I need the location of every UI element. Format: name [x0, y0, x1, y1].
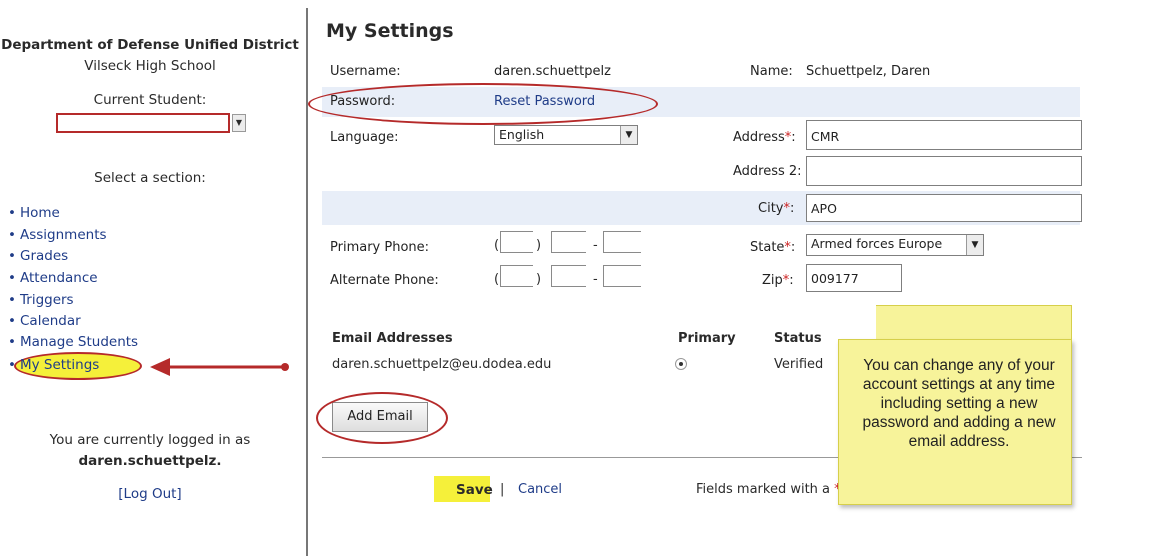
- bullet-icon: •: [8, 292, 16, 308]
- primary-email-radio[interactable]: [675, 358, 687, 370]
- page-title: My Settings: [326, 20, 454, 42]
- sidebar-item-label: Manage Students: [20, 334, 139, 350]
- bullet-icon: •: [8, 227, 16, 243]
- area-code-field[interactable]: [500, 231, 533, 253]
- username-label: Username:: [330, 64, 401, 79]
- select-section-label: Select a section:: [94, 170, 206, 186]
- logged-in-text: You are currently logged in as: [49, 432, 251, 448]
- bullet-icon: •: [8, 334, 16, 350]
- add-email-highlight-circle: [316, 392, 448, 444]
- email-status: Verified: [774, 357, 824, 372]
- name-label: Name:: [750, 64, 793, 79]
- primary-phone-input[interactable]: ( ) -: [494, 229, 644, 259]
- sidebar-item-grades[interactable]: • Grades: [8, 248, 68, 264]
- logged-in-username: daren.schuettpelz.: [78, 453, 222, 469]
- password-highlight-circle: [308, 83, 658, 125]
- sidebar-item-home[interactable]: • Home: [8, 205, 60, 221]
- sidebar-item-manage-students[interactable]: • Manage Students: [8, 334, 138, 350]
- sidebar-item-label: Grades: [20, 248, 69, 264]
- state-label: State*:: [750, 240, 796, 255]
- bullet-icon: •: [8, 357, 16, 373]
- chevron-down-icon: ▼: [966, 235, 983, 255]
- sidebar-item-triggers[interactable]: • Triggers: [8, 292, 74, 308]
- sidebar-item-label: Calendar: [20, 313, 81, 329]
- current-student-field: [56, 113, 230, 133]
- save-button[interactable]: Save: [456, 482, 493, 498]
- current-student-select[interactable]: ▼: [56, 113, 246, 135]
- sidebar-item-calendar[interactable]: • Calendar: [8, 313, 81, 329]
- language-value: English: [499, 127, 545, 142]
- line-number-field[interactable]: [603, 265, 641, 287]
- prefix-field[interactable]: [551, 265, 586, 287]
- note-top: [876, 305, 1072, 341]
- alternate-phone-label: Alternate Phone:: [330, 273, 439, 288]
- address2-label: Address 2:: [733, 164, 802, 179]
- zip-label: Zip*:: [762, 273, 794, 288]
- sidebar-item-attendance[interactable]: • Attendance: [8, 270, 98, 286]
- bullet-icon: •: [8, 248, 16, 264]
- sidebar-item-label: My Settings: [20, 357, 100, 373]
- chevron-down-icon[interactable]: ▼: [232, 114, 246, 132]
- sidebar-divider: [306, 8, 308, 556]
- current-student-label: Current Student:: [93, 92, 207, 108]
- sidebar-item-label: Attendance: [20, 270, 98, 286]
- address-label: Address*:: [733, 130, 796, 145]
- bullet-icon: •: [8, 205, 16, 221]
- zip-input[interactable]: 009177: [806, 264, 902, 292]
- radio-dot-icon: [679, 362, 683, 366]
- email-address: daren.schuettpelz@eu.dodea.edu: [332, 357, 552, 372]
- sidebar: Department of Defense Unified District V…: [0, 0, 306, 556]
- email-header-primary: Primary: [678, 331, 736, 346]
- sidebar-item-label: Triggers: [20, 292, 74, 308]
- email-header-status: Status: [774, 331, 822, 346]
- primary-phone-label: Primary Phone:: [330, 240, 430, 255]
- state-select[interactable]: Armed forces Europe ▼: [806, 234, 984, 256]
- city-input[interactable]: APO: [806, 194, 1082, 222]
- sidebar-item-label: Assignments: [20, 227, 107, 243]
- school-name: Vilseck High School: [84, 58, 216, 74]
- sidebar-item-my-settings[interactable]: • My Settings: [8, 357, 99, 373]
- alternate-phone-input[interactable]: ( ) -: [494, 261, 644, 291]
- footer-separator: |: [500, 482, 505, 497]
- area-code-field[interactable]: [500, 265, 533, 287]
- address2-input[interactable]: [806, 156, 1082, 186]
- language-select[interactable]: English ▼: [494, 125, 638, 145]
- sidebar-item-label: Home: [20, 205, 60, 221]
- district-name: Department of Defense Unified District: [1, 37, 299, 53]
- sidebar-item-assignments[interactable]: • Assignments: [8, 227, 107, 243]
- chevron-down-icon: ▼: [620, 126, 637, 144]
- required-note: Fields marked with a *: [696, 482, 841, 497]
- city-label: City*:: [758, 201, 795, 216]
- address-input[interactable]: CMR: [806, 120, 1082, 150]
- cancel-link[interactable]: Cancel: [518, 482, 562, 497]
- prefix-field[interactable]: [551, 231, 586, 253]
- red-arrow-icon: [150, 358, 289, 376]
- bullet-icon: •: [8, 270, 16, 286]
- email-header-addresses: Email Addresses: [332, 331, 453, 346]
- line-number-field[interactable]: [603, 231, 641, 253]
- state-value: Armed forces Europe: [811, 236, 943, 251]
- logout-link[interactable]: [Log Out]: [0, 486, 300, 502]
- name-value: Schuettpelz, Daren: [806, 64, 931, 79]
- language-label: Language:: [330, 130, 399, 145]
- tip-callout: You can change any of your account setti…: [838, 339, 1072, 505]
- username-value: daren.schuettpelz: [494, 64, 611, 79]
- bullet-icon: •: [8, 313, 16, 329]
